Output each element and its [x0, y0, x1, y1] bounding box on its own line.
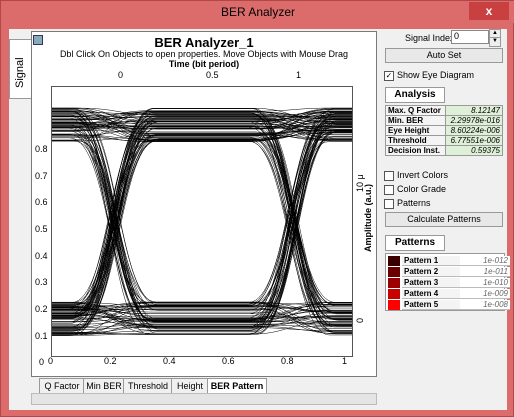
pattern-swatch	[388, 289, 400, 299]
y-tick-left: 0.7	[35, 171, 48, 181]
tab-ber-pattern[interactable]: BER Pattern	[207, 378, 267, 394]
bottom-tab-strip: Q Factor Min BER Threshold Height BER Pa…	[31, 378, 375, 394]
y-axis-label-right: Amplitude (a.u.)	[363, 184, 373, 252]
pattern-value: 1e-009	[460, 289, 510, 299]
y-tick-left: 0.1	[35, 331, 48, 341]
pattern-swatch	[388, 300, 400, 310]
pattern-swatch	[388, 278, 400, 288]
y-tick-left: 0.4	[35, 251, 48, 261]
pattern-name: Pattern 3	[402, 278, 460, 288]
x-tick-top: 0.5	[206, 70, 219, 80]
pattern-name: Pattern 4	[402, 289, 460, 299]
auto-set-button[interactable]: Auto Set	[385, 48, 503, 63]
pattern-value: 1e-011	[460, 267, 510, 277]
list-item[interactable]: Pattern 4 1e-009	[388, 289, 512, 299]
pattern-value: 1e-010	[460, 278, 510, 288]
table-row: Min. BER 2.29978e-016	[384, 115, 503, 126]
x-tick-top: 1	[296, 70, 302, 80]
x-tick-bottom: 0.2	[104, 356, 117, 366]
patterns-checkbox-label: Patterns	[397, 198, 431, 208]
spin-down-icon[interactable]: ▼	[489, 37, 501, 47]
table-row: Threshold 6.77551e-006	[384, 135, 503, 146]
pattern-name: Pattern 1	[402, 256, 460, 266]
invert-colors-label: Invert Colors	[397, 170, 449, 180]
analysis-value: 2.29978e-016	[445, 115, 503, 126]
patterns-checkbox[interactable]	[384, 199, 394, 209]
patterns-header[interactable]: Patterns	[385, 235, 445, 251]
analysis-key: Threshold	[384, 135, 447, 146]
pattern-name: Pattern 5	[402, 300, 460, 310]
client-area: Signal BER Analyzer_1 Dbl Click On Objec…	[9, 29, 510, 410]
show-eye-checkbox[interactable]: ✓	[384, 71, 394, 81]
analysis-header[interactable]: Analysis	[385, 87, 445, 103]
pattern-name: Pattern 2	[402, 267, 460, 277]
list-item[interactable]: Pattern 3 1e-010	[388, 278, 512, 288]
tab-threshold[interactable]: Threshold	[123, 378, 173, 394]
pattern-swatch	[388, 256, 400, 266]
control-panel: Signal Index: 0 ▲ ▼ Auto Set ✓ Show Eye …	[381, 29, 510, 410]
x-tick-bottom: 1	[342, 356, 348, 366]
ber-analyzer-window: BER Analyzer x Signal BER Analyzer_1 Dbl…	[0, 0, 514, 417]
pattern-value: 1e-012	[460, 256, 510, 266]
calculate-patterns-button[interactable]: Calculate Patterns	[385, 212, 503, 227]
analysis-value: 8.12147	[445, 105, 503, 116]
window-title: BER Analyzer	[220, 5, 296, 19]
list-item[interactable]: Pattern 5 1e-008	[388, 300, 512, 310]
analysis-value: 0.59375	[445, 145, 503, 156]
eye-traces-area	[51, 86, 353, 357]
tab-min-ber[interactable]: Min BER	[83, 378, 125, 394]
show-eye-label: Show Eye Diagram	[397, 70, 475, 80]
tab-signal-label: Signal	[14, 57, 26, 88]
y-tick-left: 0.3	[35, 277, 48, 287]
analysis-table: Max. Q Factor 8.12147 Min. BER 2.29978e-01…	[384, 105, 503, 156]
y-tick-right: 0	[355, 317, 365, 323]
pattern-swatch	[388, 267, 400, 277]
color-grade-label: Color Grade	[397, 184, 447, 194]
list-item[interactable]: Pattern 2 1e-011	[388, 267, 512, 277]
plot-title: BER Analyzer_1	[154, 35, 254, 50]
analysis-key: Max. Q Factor	[384, 105, 447, 116]
horizontal-scrollbar[interactable]	[31, 393, 377, 405]
table-row: Decision Inst. 0.59375	[384, 145, 503, 156]
analysis-key: Eye Height	[384, 125, 447, 136]
tab-q-factor[interactable]: Q Factor	[39, 378, 85, 394]
patterns-list: Pattern 1 1e-012 Pattern 2 1e-011 Pattern …	[385, 253, 510, 311]
y-tick-left: 0	[39, 357, 45, 367]
tab-height[interactable]: Height	[171, 378, 209, 394]
x-tick-bottom: 0	[48, 356, 54, 366]
close-button[interactable]: x	[469, 2, 509, 20]
signal-index-label: Signal Index:	[405, 33, 458, 43]
x-tick-top: 0	[118, 70, 124, 80]
title-bar[interactable]: BER Analyzer x	[1, 1, 514, 23]
color-grade-checkbox[interactable]	[384, 185, 394, 195]
y-tick-left: 0.6	[35, 197, 48, 207]
x-tick-bottom: 0.4	[163, 356, 176, 366]
x-tick-bottom: 0.8	[281, 356, 294, 366]
signal-index-input[interactable]: 0	[451, 30, 489, 44]
eye-traces	[52, 107, 352, 336]
analysis-value: 6.77551e-006	[445, 135, 503, 146]
table-row: Max. Q Factor 8.12147	[384, 105, 503, 116]
analysis-key: Decision Inst.	[384, 145, 447, 156]
y-tick-left: 0.2	[35, 304, 48, 314]
x-tick-bottom: 0.6	[222, 356, 235, 366]
analysis-key: Min. BER	[384, 115, 447, 126]
eye-diagram-plot[interactable]: BER Analyzer_1 Dbl Click On Objects to o…	[31, 31, 377, 377]
tab-signal[interactable]: Signal	[9, 39, 32, 99]
plot-subtitle: Dbl Click On Objects to open properties.…	[59, 49, 349, 59]
x-axis-label-top: Time (bit period)	[168, 59, 240, 69]
list-item[interactable]: Pattern 1 1e-012	[388, 256, 512, 266]
y-tick-left: 0.8	[35, 144, 48, 154]
y-tick-left: 0.5	[35, 224, 48, 234]
analysis-value: 8.60224e-006	[445, 125, 503, 136]
pattern-value: 1e-008	[460, 300, 510, 310]
invert-colors-checkbox[interactable]	[384, 171, 394, 181]
table-row: Eye Height 8.60224e-006	[384, 125, 503, 136]
